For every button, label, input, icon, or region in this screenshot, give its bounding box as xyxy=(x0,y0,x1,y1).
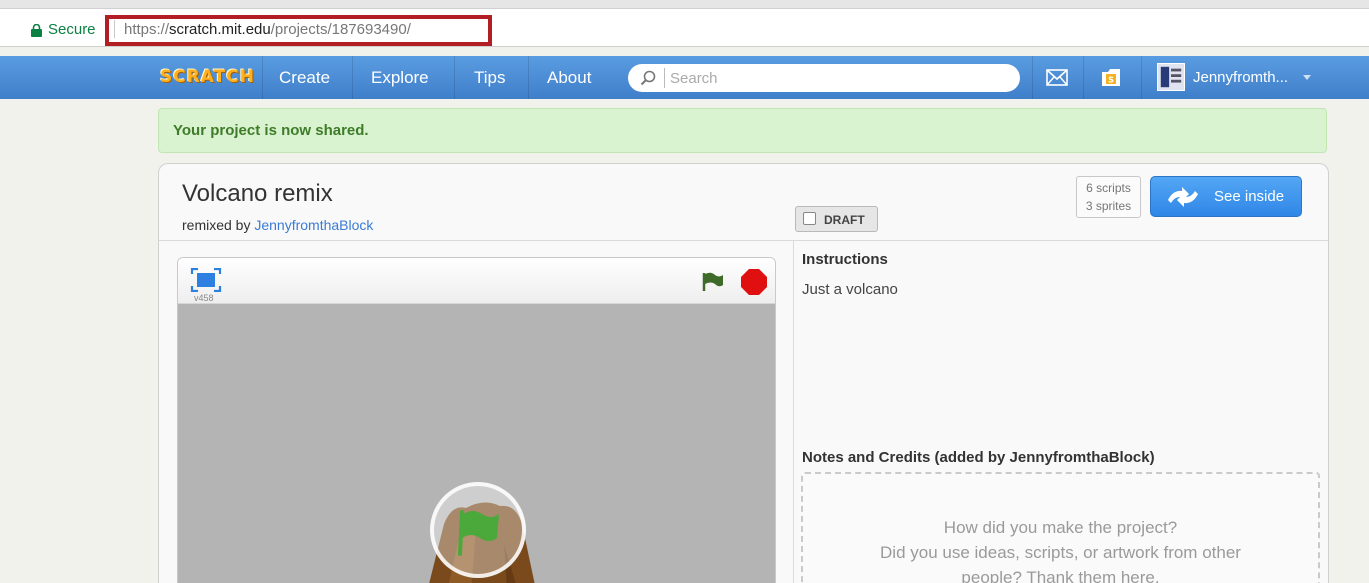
search-icon[interactable] xyxy=(640,70,656,86)
nav-divider xyxy=(1032,56,1033,99)
see-inside-button[interactable]: See inside xyxy=(1150,176,1302,217)
mystuff-icon[interactable]: S xyxy=(1100,66,1122,88)
scripts-count: 6 scripts xyxy=(1086,181,1131,195)
url-highlight-annotation xyxy=(105,15,492,46)
nav-divider xyxy=(262,56,263,99)
shared-banner: Your project is now shared. xyxy=(158,108,1327,153)
notes-placeholder-line: people? Thank them here. xyxy=(961,568,1160,583)
stage-green-flag-overlay[interactable] xyxy=(430,482,526,578)
see-inside-label: See inside xyxy=(1214,188,1285,205)
search-input[interactable] xyxy=(670,67,1000,89)
lock-icon xyxy=(31,24,42,37)
draft-label: DRAFT xyxy=(824,213,865,227)
avatar[interactable] xyxy=(1157,63,1185,91)
nav-about[interactable]: About xyxy=(547,56,591,99)
secure-label: Secure xyxy=(48,21,96,38)
instructions-text[interactable]: Just a volcano xyxy=(802,281,898,298)
notes-credits-textarea[interactable]: How did you make the project? Did you us… xyxy=(801,472,1320,583)
project-stats: 6 scripts 3 sprites xyxy=(1076,176,1141,218)
notes-heading: Notes and Credits (added by Jennyfromtha… xyxy=(802,449,1155,466)
scratch-logo[interactable]: SCRATCH xyxy=(160,64,254,90)
draft-checkbox[interactable] xyxy=(803,212,816,225)
column-divider xyxy=(793,240,794,583)
project-player: v458 xyxy=(177,257,776,583)
fullscreen-icon[interactable] xyxy=(190,268,222,292)
address-bar[interactable]: Secure https://scratch.mit.edu/projects/… xyxy=(0,9,1369,47)
instructions-heading: Instructions xyxy=(802,251,888,268)
sprites-count: 3 sprites xyxy=(1085,199,1132,213)
chevron-down-icon[interactable] xyxy=(1303,75,1311,81)
nav-divider xyxy=(454,56,455,99)
mail-icon[interactable] xyxy=(1046,69,1068,86)
draft-toggle[interactable]: DRAFT xyxy=(795,206,878,232)
nav-explore[interactable]: Explore xyxy=(371,56,429,99)
green-flag-icon xyxy=(458,510,499,556)
nav-divider xyxy=(528,56,529,99)
nav-divider xyxy=(1083,56,1084,99)
nav-divider xyxy=(1141,56,1142,99)
browser-tab-strip xyxy=(0,0,1369,9)
svg-text:S: S xyxy=(1108,76,1114,85)
author-link[interactable]: JennyfromthaBlock xyxy=(254,217,373,233)
notes-placeholder-line: How did you make the project? xyxy=(943,518,1178,537)
nav-divider xyxy=(352,56,353,99)
remixed-by: remixed by JennyfromthaBlock xyxy=(182,217,373,233)
project-title[interactable]: Volcano remix xyxy=(182,180,333,208)
remix-arrows-icon xyxy=(1168,187,1198,207)
search-separator xyxy=(664,68,665,88)
top-navbar: SCRATCH Create Explore Tips About S Jenn… xyxy=(0,56,1369,99)
notes-placeholder-line: Did you use ideas, scripts, or artwork f… xyxy=(880,543,1241,562)
notes-placeholder: How did you make the project? Did you us… xyxy=(803,515,1318,583)
username-menu[interactable]: Jennyfromth... xyxy=(1193,56,1288,99)
green-flag-icon[interactable] xyxy=(702,272,724,292)
card-divider xyxy=(159,240,1328,241)
stop-icon[interactable] xyxy=(741,269,767,295)
project-stage[interactable] xyxy=(178,304,775,583)
remixed-by-prefix: remixed by xyxy=(182,217,251,233)
nav-tips[interactable]: Tips xyxy=(474,56,506,99)
version-label: v458 xyxy=(194,293,214,303)
player-controls-bar: v458 xyxy=(178,258,775,304)
search-box[interactable] xyxy=(628,64,1020,92)
nav-create[interactable]: Create xyxy=(279,56,330,99)
